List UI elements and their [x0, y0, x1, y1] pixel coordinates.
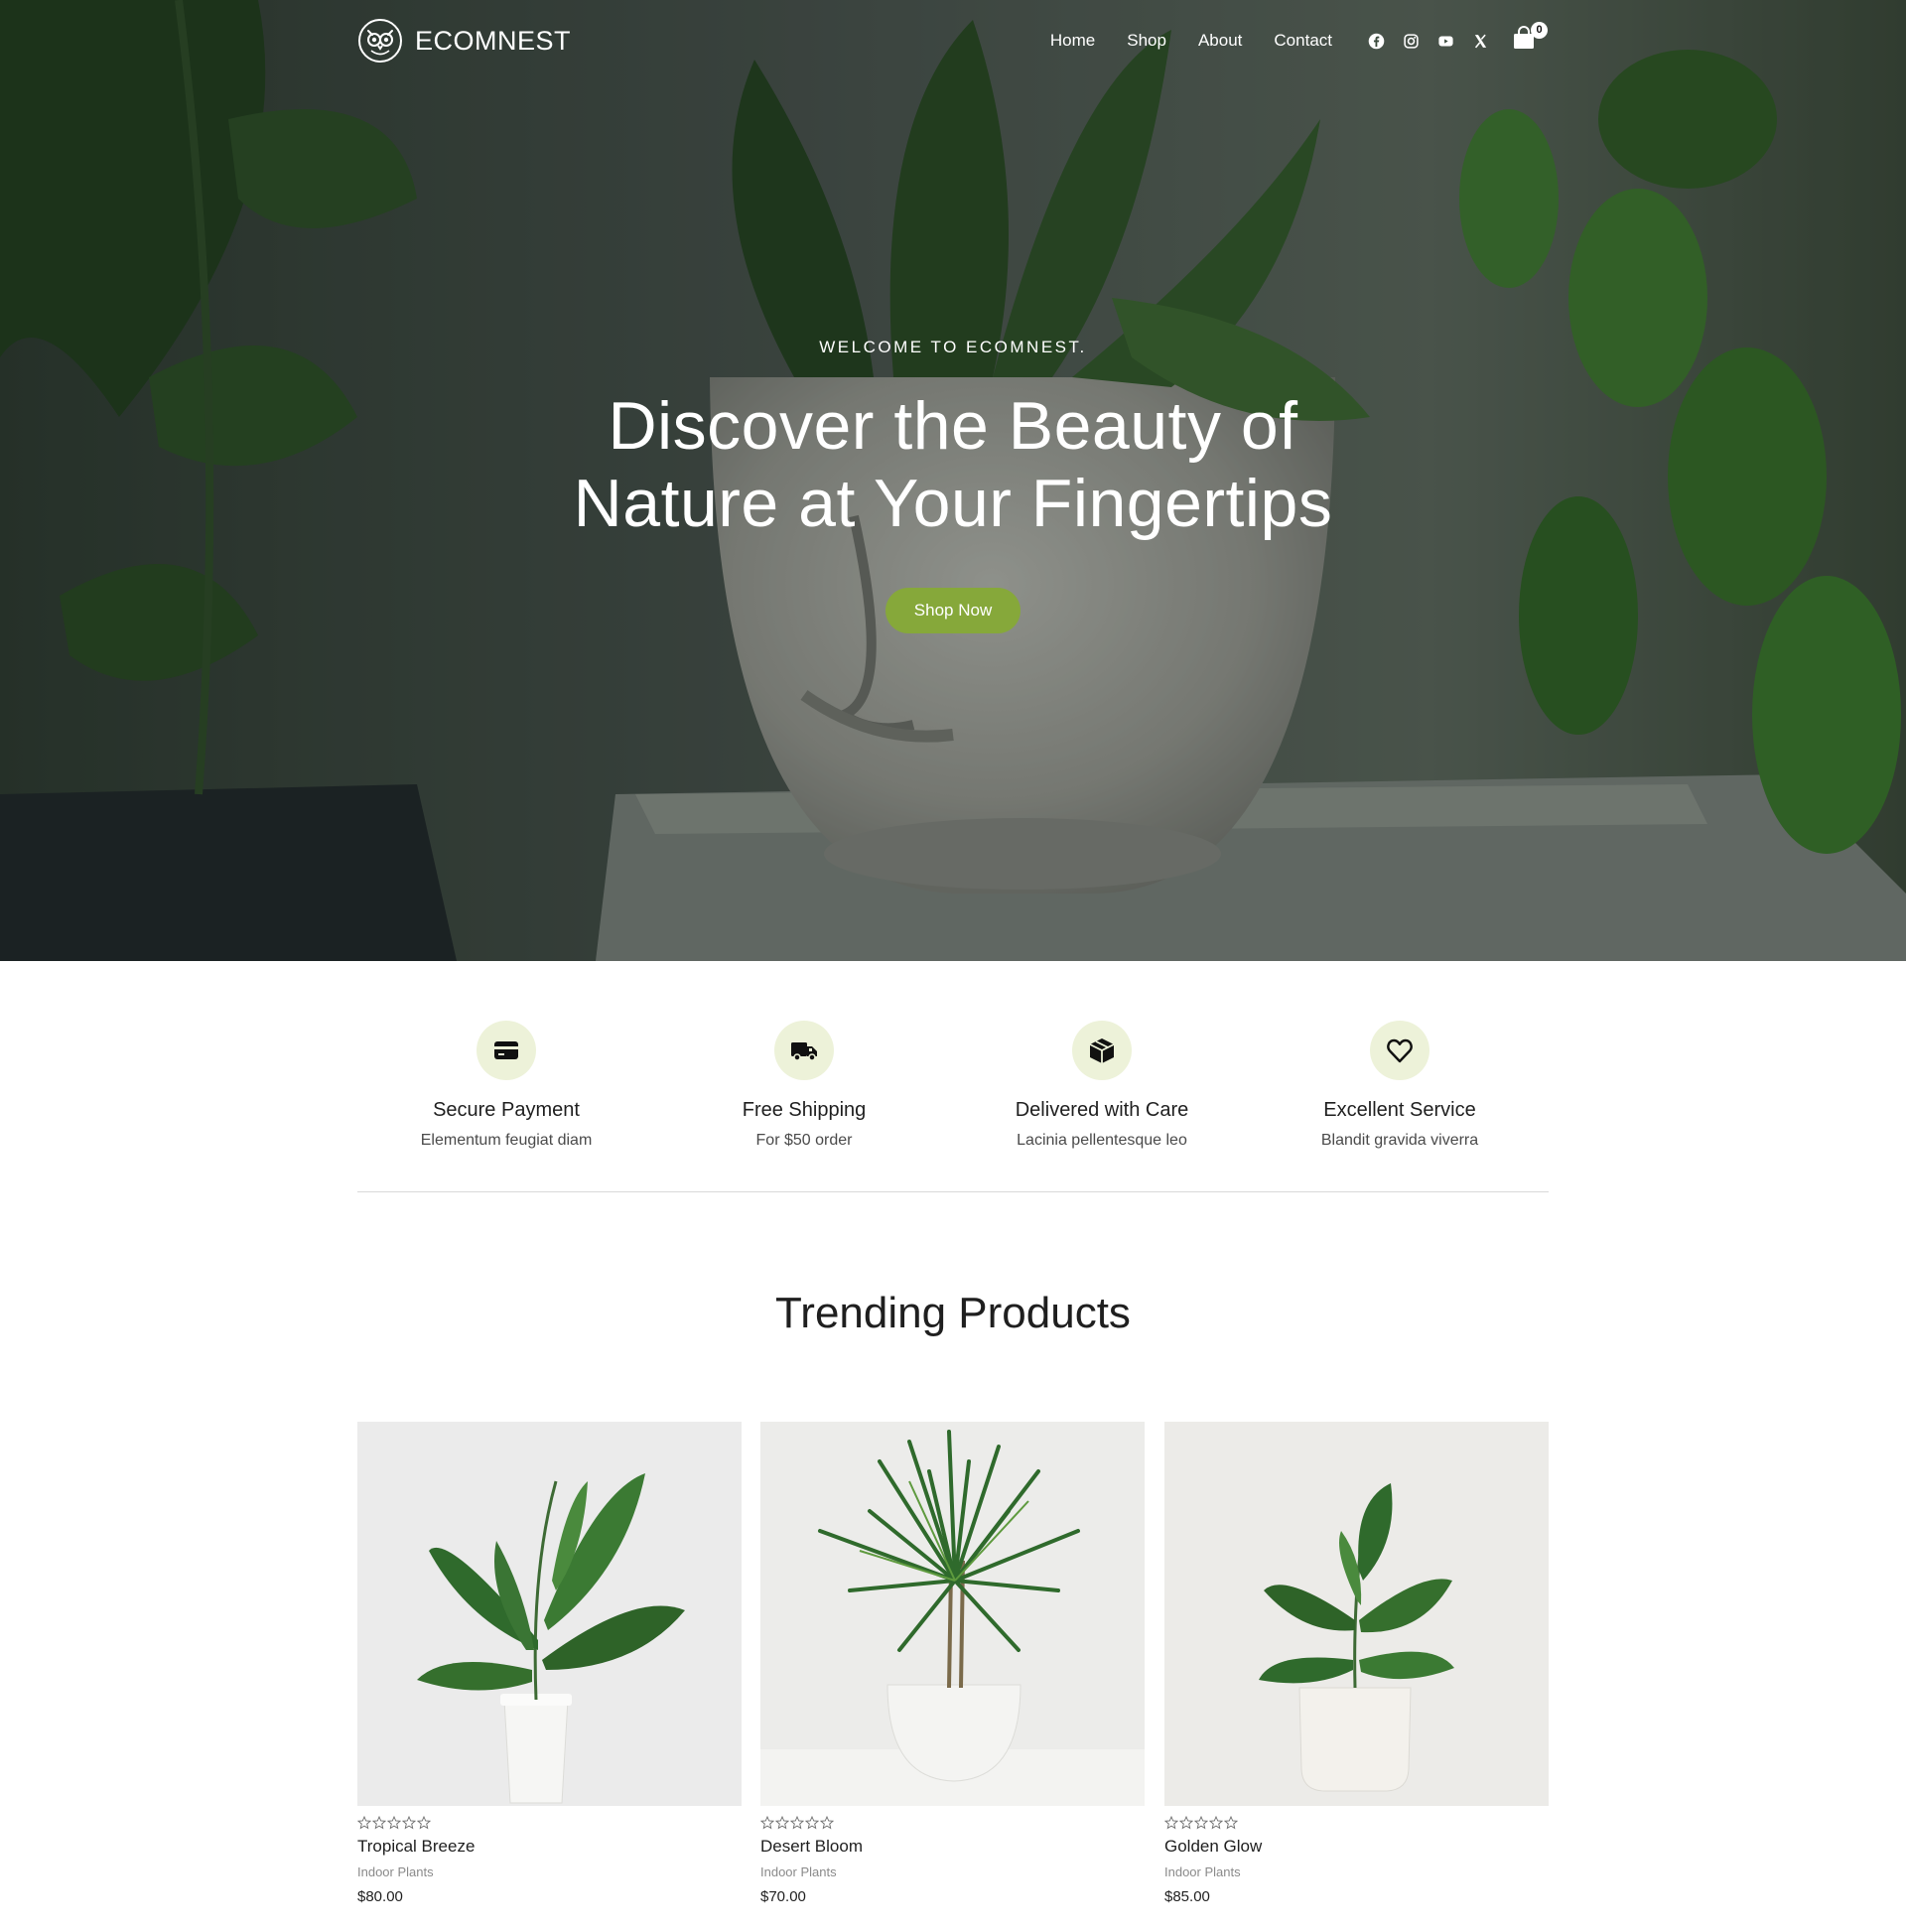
nav-contact[interactable]: Contact	[1274, 31, 1332, 51]
feature-subtitle: Lacinia pellentesque leo	[1017, 1132, 1187, 1149]
product-card: Tropical Breeze Indoor Plants $80.00	[357, 1422, 742, 1905]
shop-now-button[interactable]: Shop Now	[885, 588, 1021, 633]
star-icon	[760, 1816, 774, 1830]
feature-subtitle: Blandit gravida viverra	[1320, 1132, 1479, 1149]
feature-secure-payment: Secure Payment Elementum feugiat diam	[357, 1021, 655, 1150]
cart-button[interactable]: 0	[1513, 22, 1548, 54]
brand-name: ECOMNEST	[415, 25, 572, 56]
product-image[interactable]	[760, 1422, 1145, 1806]
feature-title: Excellent Service	[1323, 1099, 1476, 1121]
product-name[interactable]: Tropical Breeze	[357, 1837, 742, 1857]
star-rating	[357, 1816, 742, 1830]
product-card: Desert Bloom Indoor Plants $70.00	[760, 1422, 1145, 1905]
star-icon	[387, 1816, 401, 1830]
star-icon	[357, 1816, 371, 1830]
feature-free-shipping: Free Shipping For $50 order	[655, 1021, 953, 1150]
feature-excellent-service: Excellent Service Blandit gravida viverr…	[1251, 1021, 1549, 1150]
feature-title: Secure Payment	[433, 1099, 580, 1121]
credit-card-icon	[494, 1041, 518, 1059]
trending-products-title: Trending Products	[775, 1289, 1131, 1337]
product-name[interactable]: Desert Bloom	[760, 1837, 1145, 1857]
section-divider	[357, 1191, 1549, 1192]
hero-content: WELCOME TO ECOMNEST. Discover the Beauty…	[0, 338, 1906, 633]
box-icon	[1089, 1038, 1115, 1063]
hero-eyebrow: WELCOME TO ECOMNEST.	[819, 338, 1087, 356]
feature-subtitle: For $50 order	[755, 1132, 853, 1149]
star-icon	[820, 1816, 834, 1830]
brand-logo[interactable]: ECOMNEST	[357, 16, 571, 66]
x-icon[interactable]	[1471, 32, 1489, 50]
nav-about[interactable]: About	[1198, 31, 1242, 51]
product-price: $85.00	[1164, 1888, 1210, 1905]
instagram-icon[interactable]	[1402, 32, 1420, 50]
feature-title: Delivered with Care	[1015, 1099, 1189, 1121]
social-links	[1367, 14, 1489, 68]
product-price: $80.00	[357, 1888, 403, 1905]
product-card: Golden Glow Indoor Plants $85.00	[1164, 1422, 1549, 1905]
owl-logo-icon	[358, 19, 402, 63]
star-icon	[372, 1816, 386, 1830]
site-header: ECOMNEST Home Shop About Contact 0	[357, 14, 1549, 68]
feature-icon-wrap	[476, 1021, 536, 1080]
feature-icon-wrap	[774, 1021, 834, 1080]
star-icon	[775, 1816, 789, 1830]
star-rating	[1164, 1816, 1549, 1830]
star-icon	[1194, 1816, 1208, 1830]
product-image[interactable]	[1164, 1422, 1549, 1806]
nav-shop[interactable]: Shop	[1127, 31, 1166, 51]
facebook-icon[interactable]	[1367, 32, 1385, 50]
product-price: $70.00	[760, 1888, 806, 1905]
star-icon	[417, 1816, 431, 1830]
star-icon	[402, 1816, 416, 1830]
hero-title: Discover the Beauty of Nature at Your Fi…	[573, 388, 1333, 541]
product-category[interactable]: Indoor Plants	[1164, 1864, 1549, 1879]
star-icon	[1224, 1816, 1238, 1830]
feature-icon-wrap	[1072, 1021, 1132, 1080]
star-icon	[1164, 1816, 1178, 1830]
product-image[interactable]	[357, 1422, 742, 1806]
star-icon	[790, 1816, 804, 1830]
truck-icon	[791, 1042, 817, 1061]
product-category[interactable]: Indoor Plants	[760, 1864, 1145, 1879]
product-name[interactable]: Golden Glow	[1164, 1837, 1549, 1857]
star-icon	[805, 1816, 819, 1830]
feature-icon-wrap	[1370, 1021, 1430, 1080]
nav-home[interactable]: Home	[1050, 31, 1095, 51]
heart-icon	[1387, 1038, 1413, 1063]
cart-count-badge: 0	[1531, 22, 1548, 39]
main-nav: Home Shop About Contact	[1050, 14, 1332, 68]
features-row: Secure Payment Elementum feugiat diam Fr…	[357, 1021, 1549, 1191]
star-rating	[760, 1816, 1145, 1830]
product-category[interactable]: Indoor Plants	[357, 1864, 742, 1879]
youtube-icon[interactable]	[1436, 32, 1454, 50]
feature-subtitle: Elementum feugiat diam	[420, 1132, 593, 1149]
feature-delivered-with-care: Delivered with Care Lacinia pellentesque…	[953, 1021, 1251, 1150]
star-icon	[1209, 1816, 1223, 1830]
feature-title: Free Shipping	[742, 1099, 867, 1121]
star-icon	[1179, 1816, 1193, 1830]
hero-section: ECOMNEST Home Shop About Contact 0 WELCO…	[0, 0, 1906, 961]
